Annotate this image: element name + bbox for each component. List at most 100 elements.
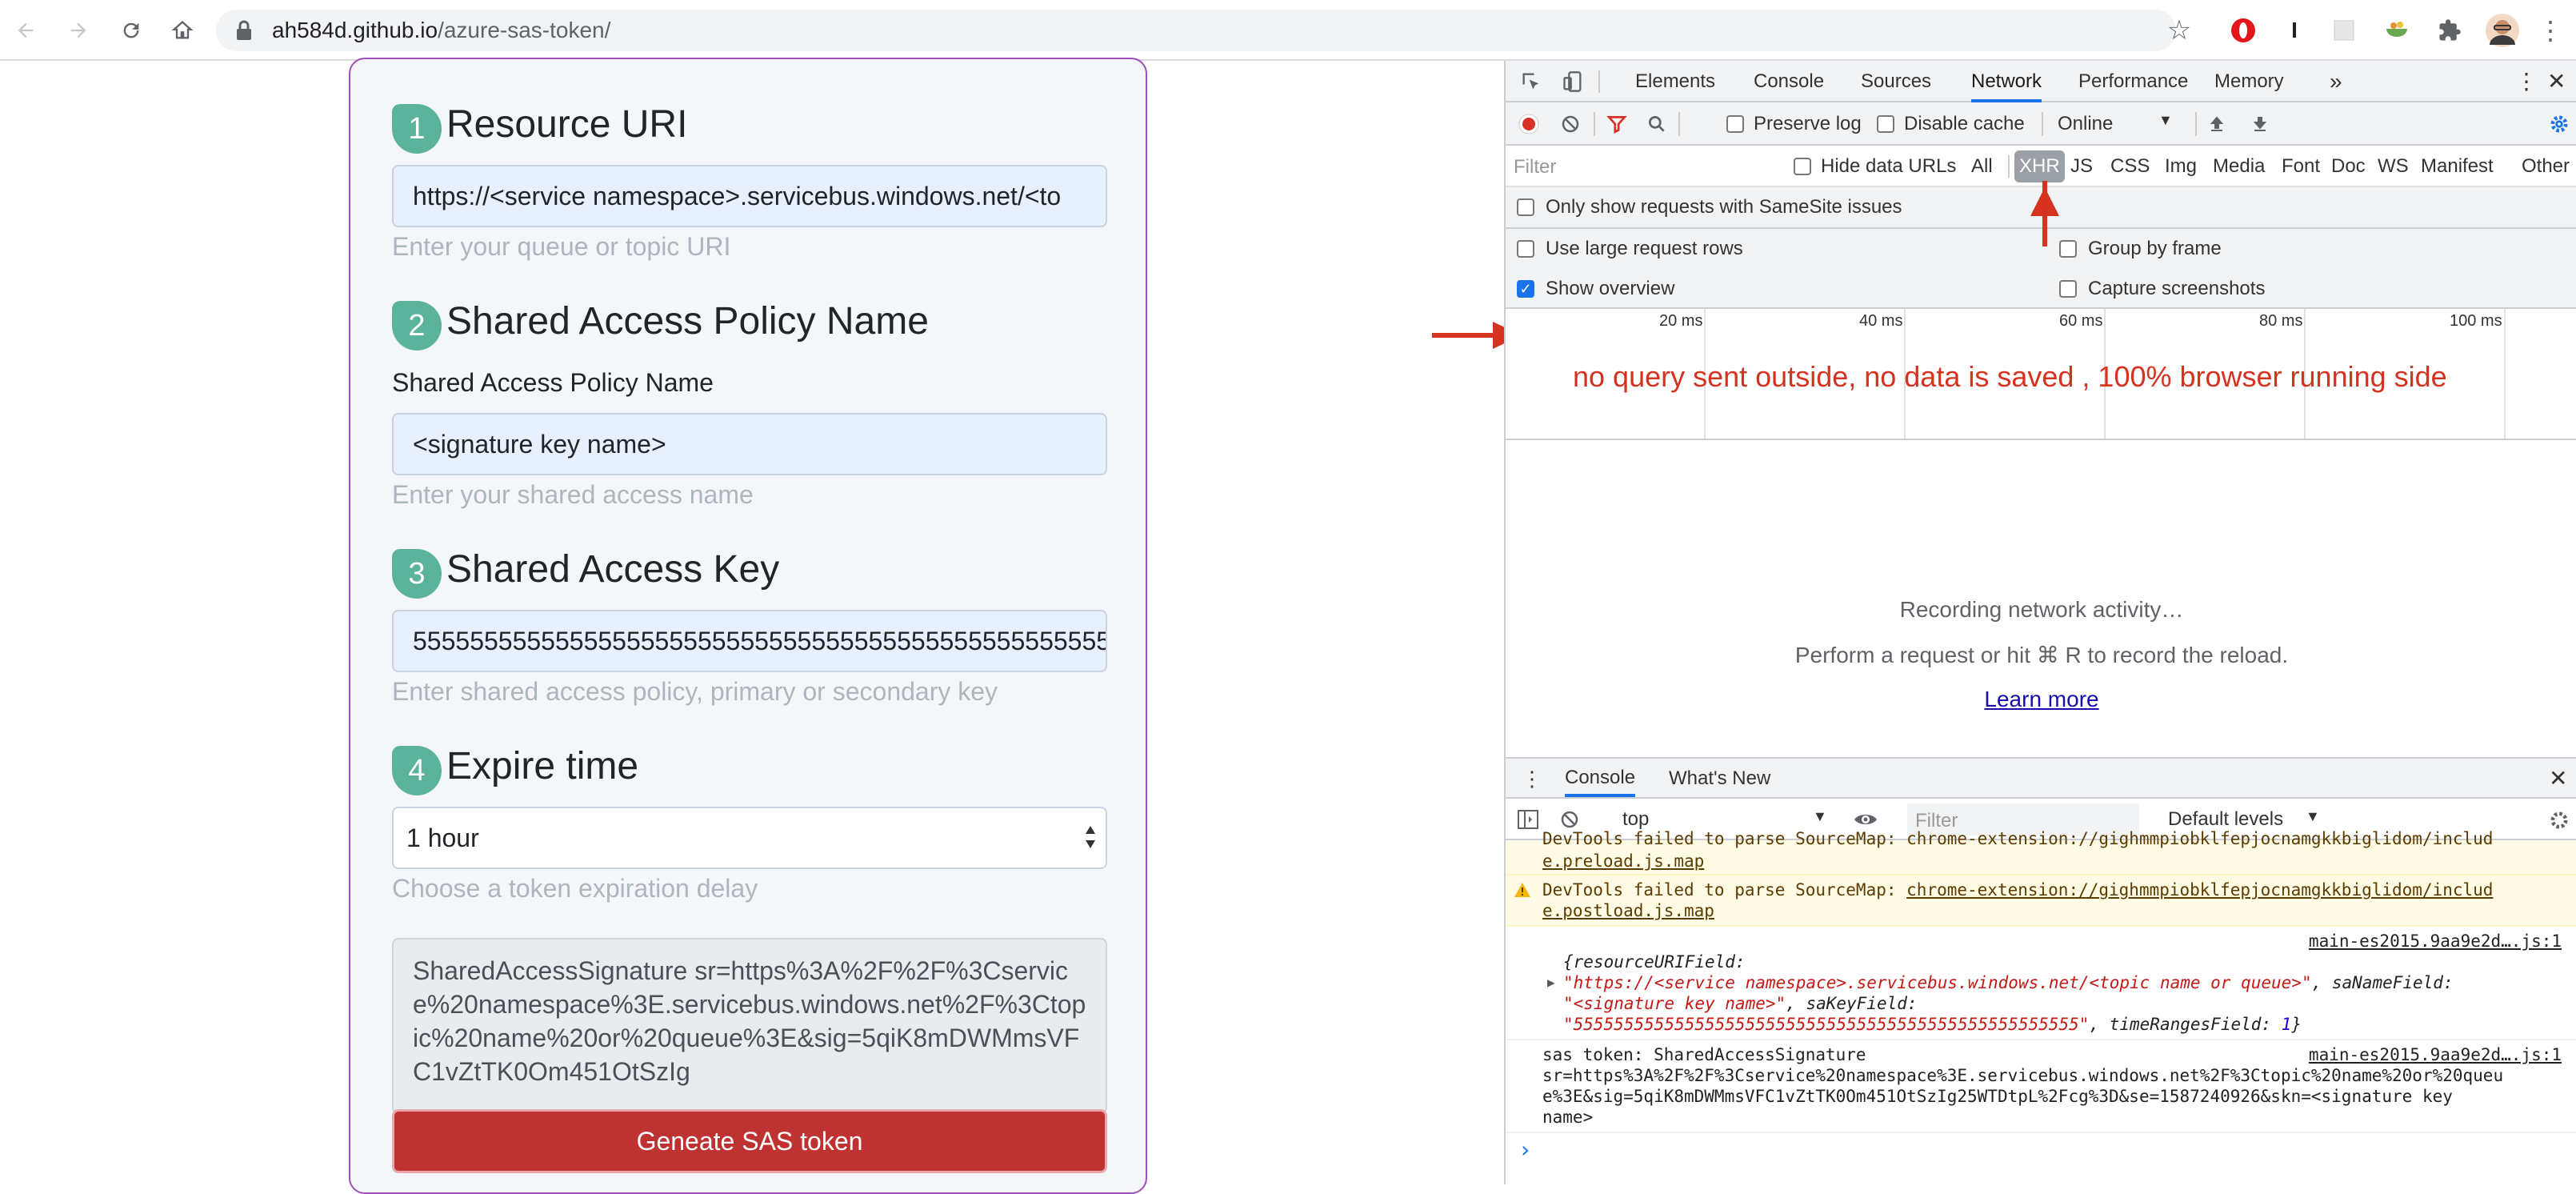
context-select[interactable]: top xyxy=(1622,808,1649,831)
sas-form-card: 1 Resource URI https://<service namespac… xyxy=(349,58,1147,1194)
toolbar-divider xyxy=(2042,112,2043,136)
step-4-title: Expire time xyxy=(446,745,639,787)
policy-name-input[interactable]: <signature key name> xyxy=(392,413,1107,475)
network-overview-timeline: 20 ms 40 ms 60 ms 80 ms 100 ms no query … xyxy=(1506,309,2576,440)
filter-type-js[interactable]: JS xyxy=(2070,146,2093,187)
filter-type-all[interactable]: All xyxy=(1971,146,1993,187)
extensions-puzzle-icon[interactable] xyxy=(2434,14,2466,46)
large-rows-checkbox[interactable] xyxy=(1517,240,1534,258)
tab-memory[interactable]: Memory xyxy=(2214,61,2284,102)
annotation-note: no query sent outside, no data is saved … xyxy=(1573,360,2447,393)
filter-type-xhr[interactable]: XHR xyxy=(2014,150,2065,182)
console-prompt[interactable]: › xyxy=(1506,1133,2576,1168)
samesite-checkbox[interactable] xyxy=(1517,198,1534,216)
throttling-select[interactable]: Online xyxy=(2058,113,2113,135)
devtools-menu-icon[interactable]: ⋮ xyxy=(2515,61,2538,102)
filter-type-img[interactable]: Img xyxy=(2165,146,2197,187)
record-hint-text: Perform a request or hit ⌘ R to record t… xyxy=(1794,643,2289,667)
import-har-icon[interactable] xyxy=(2203,110,2230,138)
reload-icon[interactable] xyxy=(114,13,149,48)
policy-name-help: Enter your shared access name xyxy=(392,480,754,509)
preserve-log-checkbox[interactable] xyxy=(1726,115,1744,133)
filter-divider xyxy=(2008,155,2010,178)
record-icon[interactable] xyxy=(1515,110,1542,138)
step-2-title: Shared Access Policy Name xyxy=(446,300,929,343)
timeline-tick-label: 100 ms xyxy=(2450,312,2502,330)
log-source-link[interactable]: main-es2015.9aa9e2d….js:1 xyxy=(2309,932,2562,951)
generate-sas-button[interactable]: Geneate SAS token xyxy=(392,1109,1107,1173)
select-arrows-icon xyxy=(1083,821,1098,859)
sourcemap-link[interactable]: e.postload.js.map xyxy=(1542,901,1714,920)
default-levels-select[interactable]: Default levels xyxy=(2168,808,2283,831)
expire-time-select[interactable]: 1 hour xyxy=(392,807,1107,869)
home-icon[interactable] xyxy=(165,13,200,48)
throttling-dropdown-icon[interactable]: ▼ xyxy=(2158,112,2173,129)
extension-grid-icon[interactable] xyxy=(2328,14,2360,46)
filter-input[interactable]: Filter xyxy=(1507,150,1763,182)
filter-type-css[interactable]: CSS xyxy=(2110,146,2150,187)
learn-more-row: Learn more xyxy=(1506,687,2576,712)
more-tabs-icon[interactable]: » xyxy=(2330,61,2342,102)
tab-performance[interactable]: Performance xyxy=(2078,61,2188,102)
drawer-tab-whats-new[interactable]: What's New xyxy=(1669,767,1770,790)
export-har-icon[interactable] xyxy=(2246,110,2274,138)
network-settings-gear-icon[interactable] xyxy=(2546,110,2573,138)
filter-type-media[interactable]: Media xyxy=(2213,146,2265,187)
resource-uri-input[interactable]: https://<service namespace>.servicebus.w… xyxy=(392,165,1107,227)
show-overview-checkbox[interactable]: ✓ xyxy=(1517,280,1534,298)
access-key-input[interactable]: 5555555555555555555555555555555555555555… xyxy=(392,610,1107,672)
url-text[interactable]: ah584d.github.io/azure-sas-token/ xyxy=(272,16,610,45)
extension-bowl-icon[interactable] xyxy=(2381,14,2413,46)
sourcemap-link[interactable]: chrome-extension://gighmmpiobklfepjocnam… xyxy=(1906,880,2493,900)
search-icon[interactable] xyxy=(1643,110,1670,138)
profile-avatar[interactable] xyxy=(2483,11,2522,50)
context-dropdown-icon[interactable]: ▼ xyxy=(1813,808,1827,825)
expand-triangle-icon[interactable]: ▶ xyxy=(1547,975,1555,990)
sourcemap-link[interactable]: e.preload.js.map xyxy=(1542,851,1704,871)
filter-type-font[interactable]: Font xyxy=(2282,146,2320,187)
extension-cursor-icon[interactable]: I xyxy=(2278,14,2310,46)
sas-token-output[interactable]: SharedAccessSignature sr=https%3A%2F%2F%… xyxy=(392,938,1107,1114)
drawer-tab-console[interactable]: Console xyxy=(1565,759,1636,797)
inspect-element-icon[interactable] xyxy=(1517,67,1546,96)
filter-funnel-icon[interactable] xyxy=(1603,110,1630,138)
learn-more-link[interactable]: Learn more xyxy=(1984,687,2098,711)
tab-network[interactable]: Network xyxy=(1971,61,2042,102)
clear-icon[interactable] xyxy=(1557,110,1584,138)
drawer-menu-icon[interactable]: ⋮ xyxy=(1522,767,1542,791)
bookmark-star-icon[interactable]: ☆ xyxy=(2163,14,2195,46)
lock-icon[interactable] xyxy=(232,18,256,43)
filter-type-ws[interactable]: WS xyxy=(2378,146,2409,187)
back-icon[interactable] xyxy=(8,13,43,48)
toolbar-divider xyxy=(1594,112,1595,136)
devtools-close-icon[interactable]: ✕ xyxy=(2547,61,2566,102)
warning-text-partial: DevTools failed to parse SourceMap: chro… xyxy=(1542,829,2494,848)
browser-toolbar: ah584d.github.io/azure-sas-token/ ☆ I ⋮ xyxy=(0,0,2576,61)
log-source-link[interactable]: main-es2015.9aa9e2d….js:1 xyxy=(2309,1045,2562,1064)
browser-menu-icon[interactable]: ⋮ xyxy=(2534,14,2566,46)
levels-dropdown-icon[interactable]: ▼ xyxy=(2306,808,2320,825)
hide-data-urls-checkbox[interactable] xyxy=(1794,158,1811,175)
device-toolbar-icon[interactable] xyxy=(1558,67,1587,96)
group-by-frame-checkbox[interactable] xyxy=(2059,240,2077,258)
filter-type-other[interactable]: Other xyxy=(2522,146,2570,187)
tab-console[interactable]: Console xyxy=(1754,61,1824,102)
policy-name-label: Shared Access Policy Name xyxy=(392,368,714,397)
filter-type-doc[interactable]: Doc xyxy=(2331,146,2366,187)
drawer-close-icon[interactable]: ✕ xyxy=(2549,765,2567,791)
devtools-tabbar: Elements Console Sources Network Perform… xyxy=(1506,61,2576,102)
annotation-arrow-horizontal xyxy=(1432,333,1499,338)
tab-sources[interactable]: Sources xyxy=(1861,61,1931,102)
filter-placeholder: Filter xyxy=(1514,156,1557,178)
extension-opera-icon[interactable] xyxy=(2227,14,2259,46)
timeline-gridline xyxy=(2504,309,2506,439)
disable-cache-checkbox[interactable] xyxy=(1877,115,1894,133)
tab-elements[interactable]: Elements xyxy=(1635,61,1715,102)
forward-icon[interactable] xyxy=(61,13,96,48)
filter-type-manifest[interactable]: Manifest xyxy=(2421,146,2494,187)
capture-screenshots-checkbox[interactable] xyxy=(2059,280,2077,298)
console-sidebar-icon[interactable] xyxy=(1515,807,1541,832)
warning-text: DevTools failed to parse SourceMap: chro… xyxy=(1542,880,2494,900)
group-by-frame-label: Group by frame xyxy=(2088,238,2222,259)
toolbar-divider xyxy=(2195,112,2197,136)
